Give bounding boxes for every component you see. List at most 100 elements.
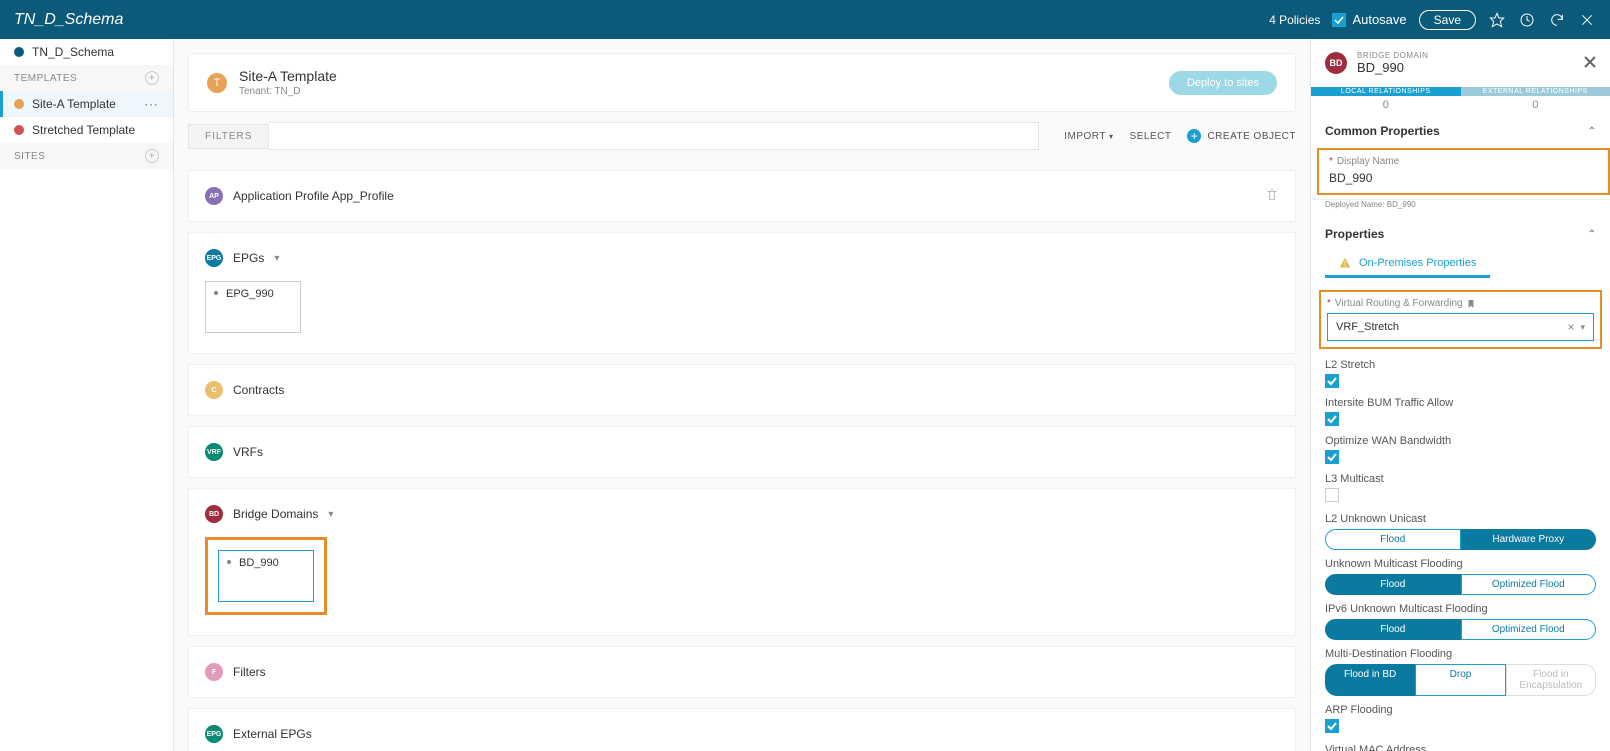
- template-name: Site-A Template: [239, 68, 1157, 84]
- sidebar: TN_D_Schema TEMPLATES + Site-A Template …: [0, 39, 174, 751]
- policies-count[interactable]: 4 Policies: [1269, 13, 1320, 27]
- bum-field: Intersite BUM Traffic Allow: [1311, 393, 1610, 431]
- ipv6-optimized[interactable]: Optimized Flood: [1461, 619, 1597, 640]
- chevron-up-icon[interactable]: ⌃: [1588, 229, 1596, 240]
- filters-tab[interactable]: FILTERS: [188, 124, 269, 149]
- chevron-up-icon[interactable]: ⌃: [1588, 126, 1596, 137]
- select-action[interactable]: SELECT: [1130, 131, 1172, 142]
- section-label: Bridge Domains: [233, 507, 318, 521]
- section-vrfs[interactable]: VRF VRFs: [188, 426, 1296, 478]
- autosave-label: Autosave: [1352, 12, 1406, 27]
- display-name-label: Display Name: [1337, 156, 1399, 167]
- app-header: TN_D_Schema 4 Policies Autosave Save: [0, 0, 1610, 39]
- object-kind: BRIDGE DOMAIN: [1357, 51, 1428, 60]
- sidebar-template-stretched[interactable]: Stretched Template: [0, 117, 173, 143]
- relationship-counts: 0 0: [1311, 96, 1610, 114]
- arp-checkbox[interactable]: [1325, 719, 1339, 733]
- section-app-profile[interactable]: AP Application Profile App_Profile: [188, 170, 1296, 222]
- clear-icon[interactable]: ×: [1567, 320, 1574, 334]
- l3m-field: L3 Multicast: [1311, 469, 1610, 509]
- section-epgs[interactable]: EPG EPGs ▾ EPG_990: [188, 232, 1296, 354]
- section-label: External EPGs: [233, 727, 312, 741]
- autosave-check-icon: [1332, 13, 1346, 27]
- mdf-encap[interactable]: Flood in Encapsulation: [1506, 664, 1596, 696]
- section-label: VRFs: [233, 445, 263, 459]
- section-filters[interactable]: F Filters: [188, 646, 1296, 698]
- section-external-epgs[interactable]: EPG External EPGs: [188, 708, 1296, 751]
- display-name-value[interactable]: BD_990: [1329, 171, 1598, 185]
- wan-checkbox[interactable]: [1325, 450, 1339, 464]
- mdf-drop[interactable]: Drop: [1415, 664, 1505, 696]
- l2-stretch-field: L2 Stretch: [1311, 355, 1610, 393]
- bd-badge-icon: BD: [1325, 52, 1347, 74]
- section-label: EPGs: [233, 251, 264, 265]
- mdf-floodbd[interactable]: Flood in BD: [1325, 664, 1415, 696]
- filter-input[interactable]: [269, 122, 1039, 150]
- common-properties-header[interactable]: Common Properties ⌃: [1311, 114, 1610, 148]
- chevron-down-icon[interactable]: ▾: [328, 509, 333, 520]
- deploy-button[interactable]: Deploy to sites: [1169, 71, 1277, 95]
- template-menu-icon[interactable]: ⋯: [144, 96, 159, 113]
- l2u-hwproxy[interactable]: Hardware Proxy: [1461, 529, 1597, 550]
- sidebar-template-site-a[interactable]: Site-A Template ⋯: [0, 91, 173, 117]
- template-dot-icon: [14, 99, 24, 109]
- vrf-badge-icon: VRF: [205, 443, 223, 461]
- section-label: Application Profile App_Profile: [233, 189, 394, 203]
- l2u-flood[interactable]: Flood: [1325, 529, 1461, 550]
- toolbar: FILTERS IMPORT ▾ SELECT + CREATE OBJECT: [188, 122, 1296, 150]
- l2-stretch-checkbox[interactable]: [1325, 374, 1339, 388]
- star-icon[interactable]: [1488, 11, 1506, 29]
- wan-field: Optimize WAN Bandwidth: [1311, 431, 1610, 469]
- local-rel-tab[interactable]: LOCAL RELATIONSHIPS: [1311, 87, 1461, 96]
- external-rel-tab[interactable]: EXTERNAL RELATIONSHIPS: [1461, 87, 1610, 96]
- properties-header[interactable]: Properties ⌃: [1311, 217, 1610, 251]
- header-actions: 4 Policies Autosave Save: [1269, 10, 1596, 30]
- l3m-checkbox[interactable]: [1325, 488, 1339, 502]
- bd-badge-icon: BD: [205, 505, 223, 523]
- umf-flood[interactable]: Flood: [1325, 574, 1461, 595]
- external-rel-count: 0: [1461, 96, 1610, 114]
- section-contracts[interactable]: C Contracts: [188, 364, 1296, 416]
- chevron-down-icon[interactable]: ▾: [1580, 322, 1585, 333]
- template-dot-icon: [14, 125, 24, 135]
- plus-circle-icon: +: [1187, 129, 1201, 143]
- vrf-value: VRF_Stretch: [1336, 321, 1399, 333]
- chevron-down-icon: ▾: [1109, 132, 1114, 141]
- bd-card[interactable]: BD_990: [218, 550, 314, 602]
- template-avatar-icon: T: [207, 73, 227, 93]
- add-template-icon[interactable]: +: [145, 71, 159, 85]
- section-bridge-domains[interactable]: BD Bridge Domains ▾ BD_990: [188, 488, 1296, 636]
- autosave-toggle[interactable]: Autosave: [1332, 12, 1406, 27]
- bum-checkbox[interactable]: [1325, 412, 1339, 426]
- refresh-icon[interactable]: [1548, 11, 1566, 29]
- sidebar-schema[interactable]: TN_D_Schema: [0, 39, 173, 65]
- arp-field: ARP Flooding: [1311, 700, 1610, 738]
- save-button[interactable]: Save: [1419, 10, 1476, 30]
- properties-panel: BD BRIDGE DOMAIN BD_990 LOCAL RELATIONSH…: [1310, 39, 1610, 751]
- panel-header: BD BRIDGE DOMAIN BD_990: [1311, 39, 1610, 87]
- trash-icon[interactable]: [1265, 188, 1279, 205]
- card-label: EPG_990: [214, 288, 292, 300]
- ap-badge-icon: AP: [205, 187, 223, 205]
- add-site-icon[interactable]: +: [145, 149, 159, 163]
- card-label: BD_990: [227, 557, 305, 569]
- chevron-down-icon[interactable]: ▾: [274, 253, 279, 264]
- on-premises-tab[interactable]: On-Premises Properties: [1325, 251, 1490, 278]
- umf-optimized[interactable]: Optimized Flood: [1461, 574, 1597, 595]
- vrf-label: Virtual Routing & Forwarding: [1335, 298, 1463, 309]
- highlight-annotation: BD_990: [205, 537, 327, 615]
- sidebar-template-label: Site-A Template: [32, 97, 116, 111]
- close-icon[interactable]: [1578, 11, 1596, 29]
- vrf-select[interactable]: VRF_Stretch × ▾: [1327, 313, 1594, 341]
- close-panel-icon[interactable]: [1584, 56, 1596, 71]
- create-object-button[interactable]: + CREATE OBJECT: [1187, 129, 1296, 143]
- template-header: T Site-A Template Tenant: TN_D Deploy to…: [188, 53, 1296, 112]
- bookmark-icon: [1467, 300, 1475, 308]
- compass-icon[interactable]: [1518, 11, 1536, 29]
- epg-card[interactable]: EPG_990: [205, 281, 301, 333]
- local-rel-count: 0: [1311, 96, 1461, 114]
- vmac-label: Virtual MAC Address: [1311, 738, 1610, 751]
- ipv6-flood[interactable]: Flood: [1325, 619, 1461, 640]
- import-menu[interactable]: IMPORT ▾: [1064, 131, 1113, 142]
- ipv6-field: IPv6 Unknown Multicast Flooding Flood Op…: [1311, 599, 1610, 644]
